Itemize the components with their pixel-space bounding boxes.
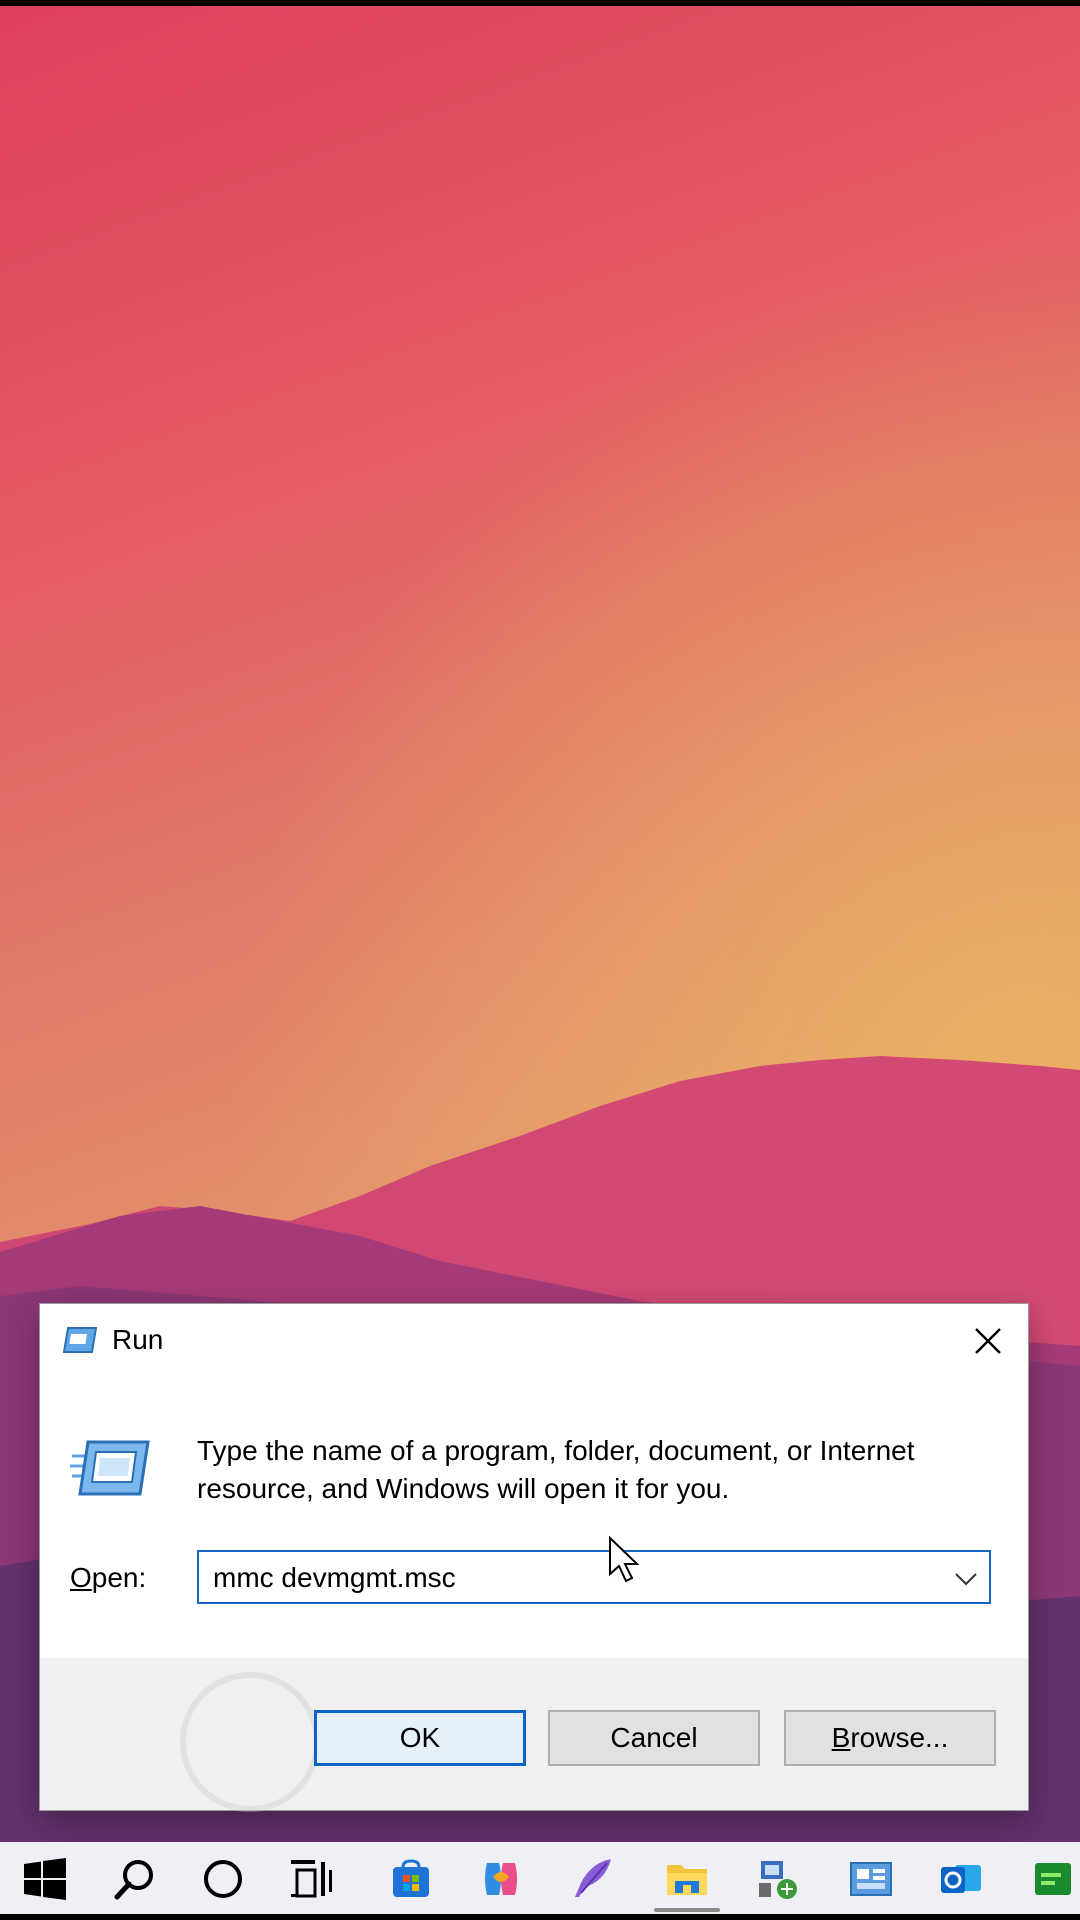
search-icon xyxy=(114,1860,153,1900)
file-explorer-icon xyxy=(667,1865,707,1895)
open-label-text: pen: xyxy=(91,1562,147,1593)
taskbar-terminal-app[interactable] xyxy=(1030,1854,1076,1904)
taskbar-network-app[interactable] xyxy=(754,1854,804,1904)
dialog-button-bar: OK Cancel Browse... xyxy=(40,1658,1028,1812)
browse-accelerator: B xyxy=(831,1722,851,1753)
browse-label: rowse... xyxy=(850,1722,949,1753)
close-button[interactable] xyxy=(948,1304,1028,1378)
browse-button[interactable]: Browse... xyxy=(784,1710,996,1766)
chevron-down-icon[interactable] xyxy=(951,1564,981,1594)
taskbar-feather-app[interactable] xyxy=(568,1854,618,1904)
taskbar xyxy=(0,1842,1080,1914)
run-dialog: Run Type the name of a program, folder, … xyxy=(40,1304,1028,1812)
mouse-cursor-icon xyxy=(609,1536,640,1583)
dialog-titlebar[interactable]: Run xyxy=(40,1304,1028,1378)
cortana-icon xyxy=(204,1860,242,1898)
cortana-button[interactable] xyxy=(198,1854,248,1904)
open-label-accelerator: O xyxy=(70,1562,92,1593)
close-icon xyxy=(975,1328,1001,1354)
run-large-icon xyxy=(70,1438,150,1503)
store-icon xyxy=(393,1859,429,1897)
command-combobox[interactable]: mmc devmgmt.msc xyxy=(197,1550,991,1604)
taskbar-file-explorer[interactable] xyxy=(662,1854,712,1904)
command-input[interactable]: mmc devmgmt.msc xyxy=(213,1562,456,1594)
run-app-icon xyxy=(62,1326,98,1359)
active-app-indicator xyxy=(654,1908,720,1912)
taskbar-copilot-button[interactable] xyxy=(476,1854,526,1904)
cancel-button[interactable]: Cancel xyxy=(548,1710,760,1766)
windows-logo-icon xyxy=(24,1858,66,1900)
feather-app-icon xyxy=(575,1859,611,1897)
ok-button[interactable]: OK xyxy=(314,1710,526,1766)
dialog-content: Type the name of a program, folder, docu… xyxy=(40,1378,1028,1658)
copilot-icon xyxy=(485,1863,517,1895)
dialog-title: Run xyxy=(112,1324,164,1355)
taskbar-store-button[interactable] xyxy=(386,1854,436,1904)
taskbar-control-panel[interactable] xyxy=(846,1854,896,1904)
dialog-description: Type the name of a program, folder, docu… xyxy=(197,1435,915,1504)
terminal-app-icon xyxy=(1035,1863,1071,1895)
network-app-icon xyxy=(759,1861,797,1899)
taskbar-outlook[interactable] xyxy=(936,1854,986,1904)
control-panel-icon xyxy=(850,1862,892,1896)
start-button[interactable] xyxy=(20,1854,70,1904)
task-view-icon xyxy=(291,1860,332,1898)
screen-bottom-border xyxy=(0,1914,1080,1920)
taskbar-search-button[interactable] xyxy=(110,1854,160,1904)
task-view-button[interactable] xyxy=(286,1854,336,1904)
watermark-logo xyxy=(180,1672,320,1812)
open-label: Open: xyxy=(70,1562,146,1594)
outlook-icon xyxy=(941,1865,981,1893)
